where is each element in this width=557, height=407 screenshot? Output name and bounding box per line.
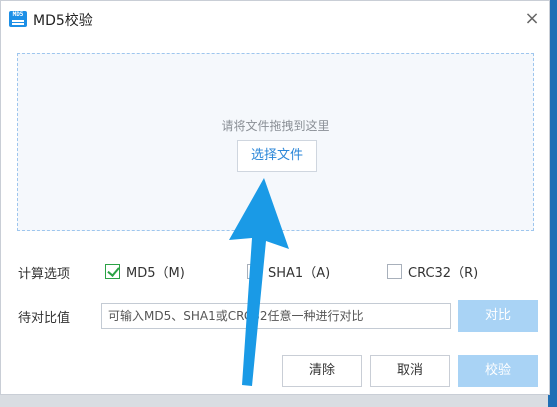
drop-hint-text: 请将文件拖拽到这里: [221, 119, 330, 133]
crc32-option-label: CRC32（R): [408, 265, 479, 281]
window-title: MD5校验: [33, 13, 93, 29]
compare-value-input[interactable]: [101, 303, 451, 329]
md5-dialog: MD5 MD5校验 × 请将文件拖拽到这里 选择文件 计算选项 MD5（M) S…: [0, 0, 550, 395]
close-icon: ×: [524, 8, 540, 29]
cancel-button[interactable]: 取消: [370, 355, 450, 387]
verify-button[interactable]: 校验: [458, 355, 538, 387]
background-taskbar: [0, 395, 557, 407]
compare-button[interactable]: 对比: [458, 300, 538, 332]
clear-button[interactable]: 清除: [282, 355, 362, 387]
close-button[interactable]: ×: [521, 8, 543, 30]
choose-file-button[interactable]: 选择文件: [237, 140, 317, 172]
title-bar: MD5 MD5校验 ×: [1, 1, 549, 38]
file-drop-zone[interactable]: 请将文件拖拽到这里 选择文件: [17, 53, 534, 231]
sha1-option-label: SHA1（A): [268, 265, 331, 281]
option-crc32[interactable]: CRC32（R): [387, 262, 479, 281]
app-icon-text: MD5: [12, 11, 24, 18]
crc32-checkbox[interactable]: [387, 263, 402, 279]
options-label: 计算选项: [18, 267, 71, 282]
md5-option-label: MD5（M): [126, 265, 185, 281]
sha1-checkbox[interactable]: [247, 263, 262, 279]
md5-app-icon: MD5: [9, 11, 27, 27]
md5-checkbox[interactable]: [105, 263, 120, 279]
option-md5[interactable]: MD5（M): [105, 262, 185, 281]
option-sha1[interactable]: SHA1（A): [247, 262, 331, 281]
compare-label: 待对比值: [18, 311, 71, 326]
